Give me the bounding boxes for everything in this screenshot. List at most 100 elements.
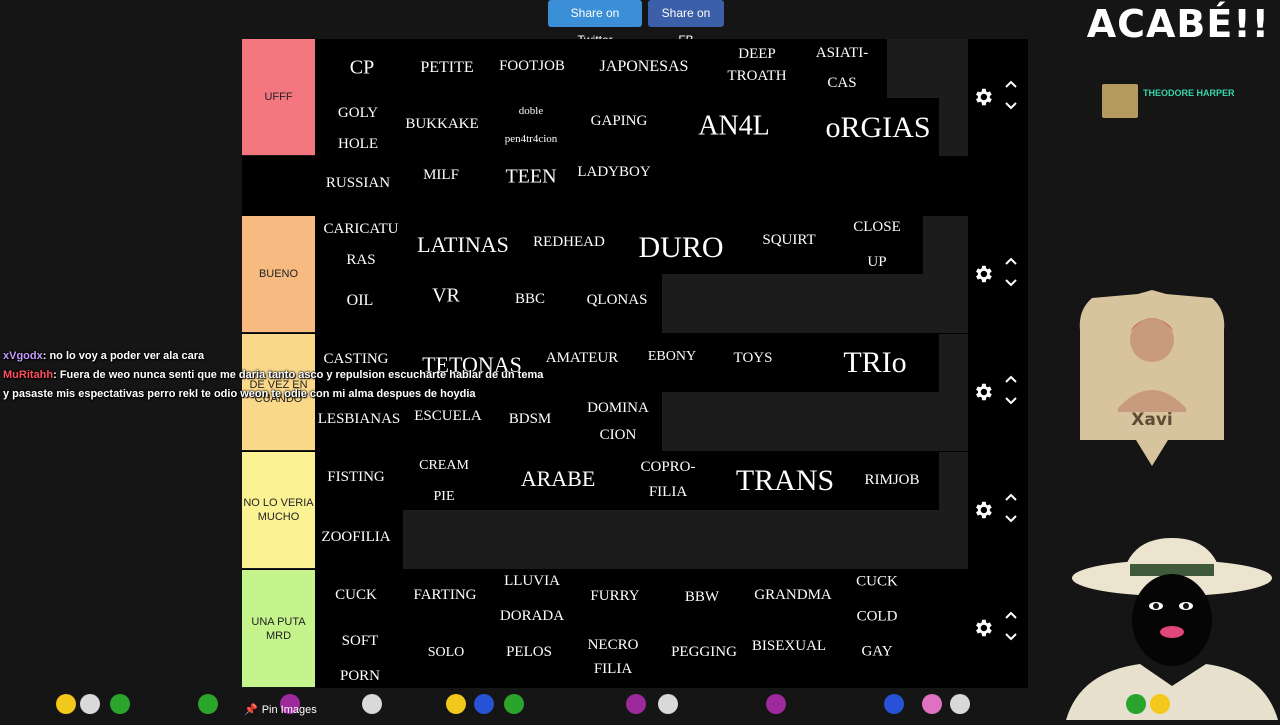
tier-item-duro[interactable]: DURO xyxy=(638,222,723,275)
tier-item-ebony[interactable]: EBONY xyxy=(648,345,696,370)
chevron-up-icon[interactable] xyxy=(1004,256,1018,266)
chevron-up-icon[interactable] xyxy=(1004,610,1018,620)
tier-item-russian[interactable]: RUSSIAN xyxy=(326,170,390,196)
tier-items[interactable]: CP PETITE FOOTJOB JAPONESAS DEEP TROATH … xyxy=(315,38,968,191)
tier-controls xyxy=(968,216,1028,333)
tier-label[interactable]: BUENO xyxy=(242,216,315,333)
tier-item-bukkake[interactable]: BUKKAKE xyxy=(405,111,478,137)
chat-message: MuRitahh: Fuera de weo nunca senti que m… xyxy=(3,366,563,385)
tier-label[interactable]: NO LO VERIA MUCHO xyxy=(242,452,315,569)
chevron-up-icon[interactable] xyxy=(1004,492,1018,502)
player-card-name: Xavi xyxy=(1131,410,1173,430)
tier-item-trio[interactable]: TRIo xyxy=(843,337,906,390)
tier-item-doble-penetracion[interactable]: doble pen4tr4cion xyxy=(505,97,558,153)
chevron-up-icon[interactable] xyxy=(1004,374,1018,384)
tier-item-deep-troath[interactable]: DEEP TROATH xyxy=(727,43,786,87)
tier-item-soft-porn[interactable]: SOFT PORN xyxy=(340,624,380,694)
pin-images-button[interactable]: 📌 Pin Images xyxy=(244,703,317,716)
tier-item-dominacion[interactable]: DOMINA CION xyxy=(587,395,649,449)
tier-item-toys[interactable]: TOYS xyxy=(734,345,773,371)
tier-items[interactable]: FISTING CREAM PIE ARABE COPRO- FILIA TRA… xyxy=(315,452,968,569)
tier-item-gaping[interactable]: GAPING xyxy=(591,108,648,134)
tier-item-zoofilia[interactable]: ZOOFILIA xyxy=(321,524,390,550)
tier-item-escuela[interactable]: ESCUELA xyxy=(414,403,482,429)
tier-item-close-up[interactable]: CLOSE UP xyxy=(853,210,901,280)
tier-controls xyxy=(968,570,1028,688)
gear-icon[interactable] xyxy=(972,617,994,639)
tier-controls xyxy=(968,39,1028,156)
gear-icon[interactable] xyxy=(972,499,994,521)
tier-item-bbw[interactable]: BBW xyxy=(685,584,719,610)
tier-item-bisexual[interactable]: BISEXUAL xyxy=(752,633,826,659)
chevron-down-icon[interactable] xyxy=(1004,101,1018,111)
tier-item-bdsm[interactable]: BDSM xyxy=(509,406,552,432)
tier-label[interactable]: UNA PUTA MRD xyxy=(242,570,315,688)
tier-item-arabe[interactable]: ARABE xyxy=(521,460,596,499)
tier-item-milf[interactable]: MILF xyxy=(423,162,459,188)
tier-item-japonesas[interactable]: JAPONESAS xyxy=(600,53,689,81)
tier-item-caricaturas[interactable]: CARICATU RAS xyxy=(323,214,398,276)
share-bar: Share on Twitter Share on FB xyxy=(548,0,724,47)
emote-icon xyxy=(446,694,466,714)
gear-icon[interactable] xyxy=(972,86,994,108)
tier-item-cp[interactable]: CP xyxy=(350,51,374,86)
player-card-shape xyxy=(1079,290,1225,466)
tier-item-farting[interactable]: FARTING xyxy=(414,582,477,608)
chevron-down-icon[interactable] xyxy=(1004,632,1018,642)
gear-icon[interactable] xyxy=(972,381,994,403)
tier-items[interactable]: CUCK FARTING LLUVIA DORADA FURRY BBW GRA… xyxy=(315,570,968,688)
tier-item-goly-hole[interactable]: GOLY HOLE xyxy=(338,98,378,160)
tier-item-latinas[interactable]: LATINAS xyxy=(417,226,509,265)
stream-overlay-title: ACABÉ!! xyxy=(1086,2,1270,46)
tier-row-una-puta-mrd: UNA PUTA MRD CUCK FARTING LLUVIA DORADA … xyxy=(242,570,1028,688)
tier-item-oil[interactable]: OIL xyxy=(347,287,374,315)
tier-item-solo[interactable]: SOLO xyxy=(428,641,465,666)
tier-items[interactable]: CARICATU RAS LATINAS REDHEAD DURO SQUIRT… xyxy=(315,216,968,333)
tier-item-asiaticas[interactable]: ASIATI- CAS xyxy=(816,38,869,98)
tier-item-squirt[interactable]: SQUIRT xyxy=(762,227,815,253)
tier-item-orgias[interactable]: oRGIAS xyxy=(825,102,930,155)
chevron-up-icon[interactable] xyxy=(1004,79,1018,89)
tier-label[interactable]: UFFF xyxy=(242,39,315,156)
gear-icon[interactable] xyxy=(972,263,994,285)
chat-message: xVgodx: no lo voy a poder ver ala cara xyxy=(3,347,563,366)
tier-item-rimjob[interactable]: RIMJOB xyxy=(864,467,919,493)
tier-item-grandma[interactable]: GRANDMA xyxy=(754,582,832,608)
tier-item-teen[interactable]: TEEN xyxy=(505,160,556,195)
tier-item-an4l[interactable]: AN4L xyxy=(698,102,770,151)
tier-item-petite[interactable]: PETITE xyxy=(420,54,473,82)
tier-item-pegging[interactable]: PEGGING xyxy=(671,639,737,665)
tier-item-trans[interactable]: TRANS xyxy=(736,455,834,508)
share-twitter-button[interactable]: Share on Twitter xyxy=(548,0,642,47)
emote-icon xyxy=(950,694,970,714)
tier-item-vr[interactable]: VR xyxy=(432,279,460,314)
chat-text: : no lo voy a poder ver ala cara xyxy=(42,350,205,362)
emote-icon xyxy=(474,694,494,714)
tier-item-footjob[interactable]: FOOTJOB xyxy=(499,53,565,79)
tier-item-redhead[interactable]: REDHEAD xyxy=(533,229,605,255)
tier-item-fisting[interactable]: FISTING xyxy=(327,464,385,490)
tier-row-ufff: UFFF CP PETITE FOOTJOB JAPONESAS DEEP TR… xyxy=(242,38,1028,191)
tier-item-cuck[interactable]: CUCK xyxy=(335,582,377,608)
tier-item-qlonas[interactable]: QLONAS xyxy=(587,287,648,313)
tier-item-cream-pie[interactable]: CREAM PIE xyxy=(419,450,469,512)
chevron-down-icon[interactable] xyxy=(1004,514,1018,524)
tier-item-necrofilia[interactable]: NECRO FILIA xyxy=(588,633,639,681)
share-facebook-button[interactable]: Share on FB xyxy=(648,0,724,47)
tier-item-furry[interactable]: FURRY xyxy=(590,583,639,609)
emote-icon xyxy=(110,694,130,714)
tier-item-bbc[interactable]: BBC xyxy=(515,286,545,312)
tier-item-lluvia-dorada[interactable]: LLUVIA DORADA xyxy=(500,564,564,634)
tier-item-cuck-cold-gay[interactable]: CUCK COLD GAY xyxy=(856,565,898,670)
emote-icon xyxy=(362,694,382,714)
follower-name: THEODORE HARPER xyxy=(1143,88,1235,98)
chevron-down-icon[interactable] xyxy=(1004,278,1018,288)
chat-overlay: xVgodx: no lo voy a poder ver ala cara M… xyxy=(3,347,563,404)
tier-item-ladyboy[interactable]: LADYBOY xyxy=(577,159,650,185)
emote-icon xyxy=(504,694,524,714)
emote-icon xyxy=(80,694,100,714)
tier-item-coprofilia[interactable]: COPRO- FILIA xyxy=(640,455,695,505)
tier-item-lesbianas[interactable]: LESBIANAS xyxy=(318,406,401,432)
tier-item-pelos[interactable]: PELOS xyxy=(506,639,552,665)
chevron-down-icon[interactable] xyxy=(1004,396,1018,406)
